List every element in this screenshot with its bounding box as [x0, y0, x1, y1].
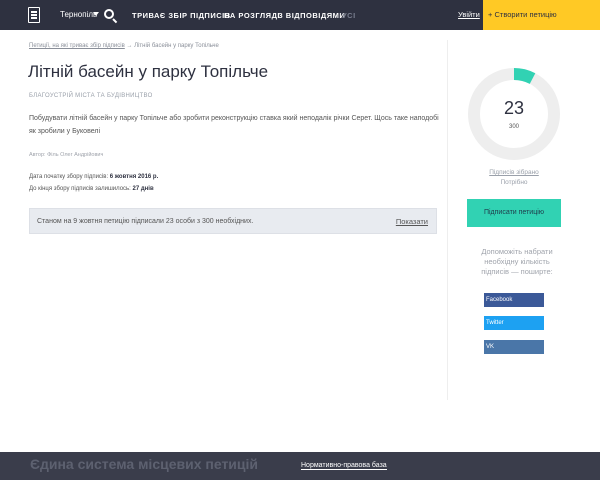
remaining-value: 27 днів [132, 186, 154, 192]
petition-description: Побудувати літній басейн у парку Топільч… [29, 115, 439, 135]
collected-label: Підписів зібрано [489, 169, 539, 176]
petition-logo-icon[interactable] [28, 7, 40, 23]
petition-dates: Дата початку збору підписів: 6 жовтня 20… [29, 171, 158, 195]
breadcrumb-separator: → [126, 43, 133, 49]
footer: Єдина система місцевих петицій Нормативн… [0, 452, 600, 480]
signature-legend: Підписів зібрано Потрібно [466, 168, 562, 188]
remaining-label: До кінця збору підписів залишилось: [29, 186, 131, 192]
page-title: Літній басейн у парку Топільче [28, 62, 269, 81]
share-facebook-button[interactable]: Facebook [484, 293, 544, 307]
sign-petition-button[interactable]: Підписати петицію [467, 199, 561, 227]
search-icon[interactable] [104, 9, 114, 19]
chevron-down-icon[interactable] [93, 12, 99, 16]
start-date-value: 6 жовтня 2016 р. [109, 174, 159, 180]
login-link[interactable]: Увійти [458, 10, 480, 19]
petition-author: Автор: Філь Олег Андрійович [29, 152, 104, 158]
signature-count: 23 [503, 98, 525, 118]
breadcrumb-link[interactable]: Петиції, на які триває збір підписів [29, 43, 125, 49]
show-signers-link[interactable]: Показати [396, 217, 428, 226]
share-vk-button[interactable]: VK [484, 340, 544, 354]
needed-label: Потрібно [500, 179, 528, 186]
start-date-label: Дата початку збору підписів: [29, 174, 109, 180]
top-navigation-bar: Тернопіль ТРИВАЄ ЗБІР ПІДПИСІВ НА РОЗГЛЯ… [0, 0, 600, 30]
footer-title: Єдина система місцевих петицій [30, 456, 259, 472]
footer-legal-link[interactable]: Нормативно-правова база [301, 462, 387, 470]
nav-all[interactable]: УСІ [342, 11, 356, 20]
city-selector[interactable]: Тернопіль [60, 10, 97, 19]
petition-category: БЛАГОУСТРІЙ МІСТА ТА БУДІВНИЦТВО [29, 93, 153, 99]
nav-collecting[interactable]: ТРИВАЄ ЗБІР ПІДПИСІВ [132, 11, 231, 20]
breadcrumb-current: Літній басейн у парку Топільче [134, 43, 219, 49]
share-prompt: Допоможіть набрати необхідну кількість п… [481, 247, 553, 276]
create-petition-button[interactable]: + Створити петицію [483, 0, 600, 30]
nav-answered[interactable]: З ВІДПОВІДЯМИ [278, 11, 345, 20]
sidebar-divider [447, 40, 448, 400]
breadcrumb: Петиції, на які триває збір підписів → Л… [29, 43, 219, 49]
nav-under-review[interactable]: НА РОЗГЛЯДІ [224, 11, 280, 20]
status-text: Станом на 9 жовтня петицію підписали 23 … [37, 218, 254, 225]
signature-required: 300 [508, 124, 519, 130]
share-twitter-button[interactable]: Twitter [484, 316, 544, 330]
signature-status-bar: Станом на 9 жовтня петицію підписали 23 … [29, 208, 437, 234]
